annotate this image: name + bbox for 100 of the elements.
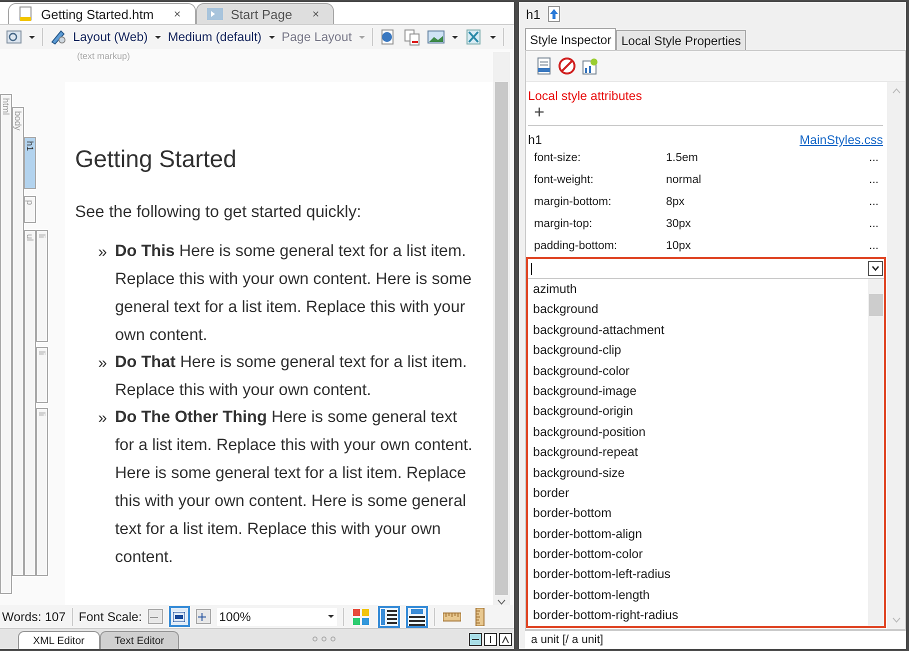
- caret-icon: [326, 614, 335, 619]
- side-tags-button[interactable]: [378, 606, 400, 628]
- vertical-scrollbar[interactable]: [493, 52, 510, 605]
- layout-icon: [408, 608, 426, 626]
- more-button[interactable]: ...: [869, 174, 883, 186]
- dropdown-option[interactable]: background-size: [528, 462, 868, 483]
- chart-edit-icon[interactable]: [582, 57, 598, 75]
- document-heading: Getting Started: [75, 146, 238, 174]
- more-button[interactable]: ...: [869, 240, 883, 252]
- tab-label: Start Page: [230, 6, 292, 22]
- down-chevron-icon: [892, 617, 900, 623]
- page-icon: [206, 7, 223, 21]
- dropdown-option[interactable]: background-clip: [528, 340, 868, 361]
- add-button[interactable]: +: [534, 103, 883, 121]
- structure-tag[interactable]: h1: [24, 137, 36, 189]
- property-name: margin-top:: [534, 218, 594, 230]
- zoom-combo[interactable]: 100%: [216, 608, 337, 626]
- document-icon: [19, 6, 33, 22]
- reset-icon: [173, 612, 186, 622]
- caret-icon: [450, 34, 459, 40]
- bullet-mark: »: [97, 356, 108, 374]
- font-scale-label: Font Scale:: [78, 610, 142, 624]
- list-item-text: Do That Here is some general text for a list item. Replace this with your own content.: [115, 352, 468, 401]
- up-arrow-icon[interactable]: [548, 6, 560, 22]
- reset-scale-button[interactable]: [168, 606, 190, 627]
- split-vertical-button[interactable]: [484, 632, 497, 646]
- dropdown-option[interactable]: background: [528, 299, 868, 320]
- dropdown-option[interactable]: background-repeat: [528, 442, 868, 463]
- property-value: normal: [666, 174, 702, 186]
- layout-icon: [380, 608, 398, 626]
- bullet-mark: »: [97, 245, 108, 263]
- property-description: a unit [/ a unit]: [525, 630, 906, 649]
- toolbar-dropdown[interactable]: Medium (default): [168, 30, 276, 44]
- copy-icon[interactable]: [402, 28, 421, 46]
- property-value: 30px: [666, 218, 692, 230]
- dropdown-option[interactable]: border-bottom-color: [528, 544, 868, 564]
- dropdown-option[interactable]: border: [528, 482, 868, 504]
- list-item-text: Do The Other Thing Here is some general text for a list item. Replace this with your own content. Here is some general text for a list item. Replace this with your own content. Here is some general text for a list item. Replace this with your own content.: [115, 407, 474, 568]
- dropdown-option[interactable]: azimuth: [528, 279, 868, 300]
- dropdown-option[interactable]: background-origin: [528, 401, 868, 422]
- selector-name: h1: [528, 133, 542, 147]
- image-icon: [426, 28, 445, 46]
- more-button[interactable]: ...: [869, 196, 883, 208]
- stylesheet-link[interactable]: MainStyles.css: [800, 133, 883, 147]
- color-grid-icon: [352, 608, 370, 626]
- close-button[interactable]: ×: [174, 7, 181, 21]
- caret-icon: [488, 34, 497, 40]
- toolbar-dropdown[interactable]: Layout (Web): [73, 30, 162, 44]
- top-tags-button[interactable]: [406, 606, 428, 628]
- zoom-in-button[interactable]: [196, 609, 211, 624]
- dropdown-option[interactable]: border-bottom-align: [528, 524, 868, 544]
- dropdown-option[interactable]: border-bottom-left-radius: [528, 564, 868, 585]
- magnifier-icon: [6, 29, 22, 45]
- split-horizontal-button[interactable]: [469, 632, 482, 646]
- cross-icon: [464, 28, 483, 46]
- zoom-dropdown[interactable]: [6, 29, 36, 45]
- zoom-out-button[interactable]: [148, 609, 163, 624]
- dropdown-option[interactable]: border-bottom-length: [528, 584, 868, 606]
- document-tab[interactable]: Start Page ×: [196, 3, 334, 24]
- editor-tab[interactable]: XML Editor: [18, 631, 100, 649]
- caret-icon: [28, 34, 36, 40]
- tab-label: Getting Started.htm: [41, 6, 154, 22]
- section-title: Local style attributes: [528, 89, 643, 103]
- caret-icon: [358, 34, 366, 40]
- property-name: font-size:: [534, 152, 582, 164]
- close-button[interactable]: ×: [312, 7, 320, 21]
- dropdown-option[interactable]: background-attachment: [528, 320, 868, 340]
- markup-hint: (text markup): [76, 50, 132, 63]
- dropdown-option[interactable]: background-position: [528, 422, 868, 442]
- caret-up-icon: [501, 634, 510, 644]
- list-scrollbar[interactable]: [868, 279, 884, 626]
- editor-tab[interactable]: Text Editor: [100, 631, 180, 649]
- delete-dropdown[interactable]: [464, 28, 497, 46]
- element-name: h1: [526, 6, 540, 22]
- grip-icon: [312, 636, 336, 642]
- stylesheet-icon[interactable]: [536, 57, 552, 75]
- property-name: margin-bottom:: [534, 196, 612, 208]
- property-value: 10px: [666, 240, 692, 252]
- more-button[interactable]: ...: [869, 152, 883, 164]
- prohibited-icon[interactable]: [558, 57, 576, 75]
- dropdown-option[interactable]: background-image: [528, 380, 868, 402]
- paragraph: See the following to get started quickly:: [75, 203, 362, 222]
- more-button[interactable]: ...: [869, 218, 883, 230]
- list-item-text: Do This Here is some general text for a list item. Replace this with your own content. Here is some general text for a list item. Replace this with your own content.: [115, 241, 473, 346]
- property-value: 1.5em: [666, 152, 699, 164]
- dropdown-option[interactable]: border-bottom: [528, 503, 868, 524]
- up-chevron-icon: [892, 88, 900, 94]
- dropdown-option[interactable]: background-color: [528, 360, 868, 381]
- single-view-button[interactable]: [499, 632, 512, 646]
- document-tab[interactable]: Getting Started.htm ×: [8, 3, 196, 24]
- inspector-tab[interactable]: Style Inspector: [525, 28, 616, 50]
- pencil-icon[interactable]: [49, 28, 67, 46]
- property-name: padding-bottom:: [534, 240, 618, 252]
- word-count: Words: 107: [2, 610, 66, 624]
- caret-icon: [268, 34, 276, 40]
- image-dropdown[interactable]: [426, 28, 459, 46]
- dropdown-option[interactable]: border-bottom-right-radius: [528, 605, 868, 626]
- panel-scrollbar[interactable]: [887, 82, 905, 629]
- bullet-mark: »: [97, 411, 108, 429]
- inspector-tab[interactable]: Local Style Properties: [616, 30, 746, 50]
